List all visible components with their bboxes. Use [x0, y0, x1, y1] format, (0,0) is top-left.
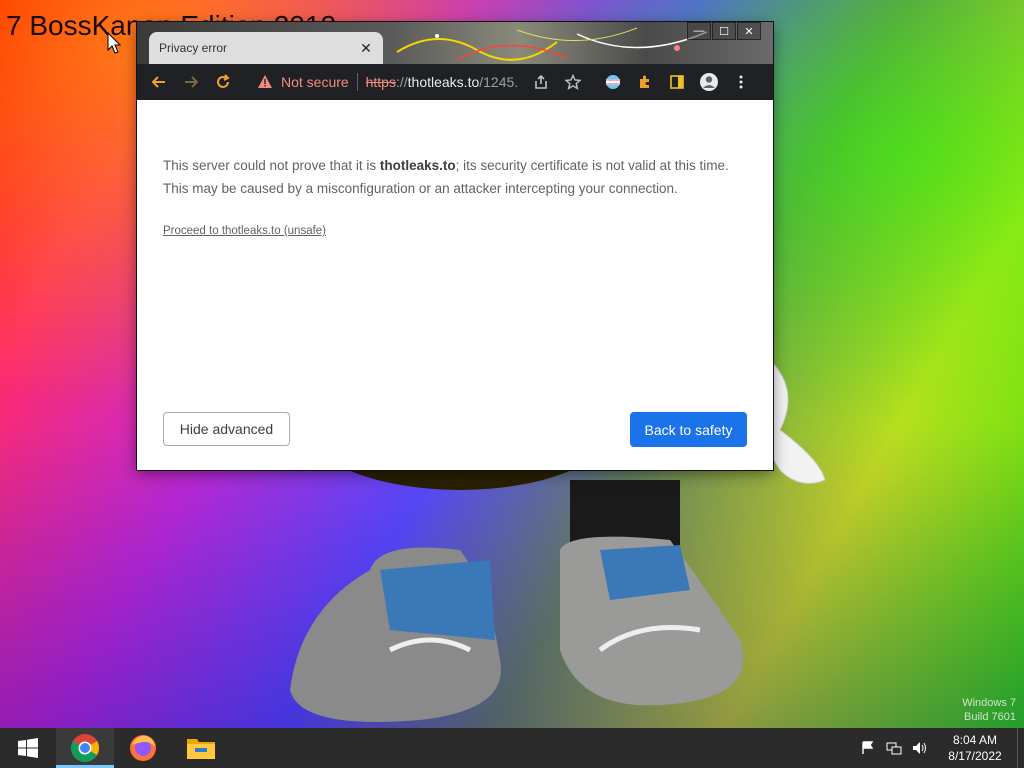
window-controls: — ☐ ✕: [686, 22, 761, 40]
back-arrow-icon: [151, 76, 165, 88]
bookmark-button[interactable]: [557, 66, 589, 98]
taskbar-chrome[interactable]: [56, 728, 114, 768]
profile-button[interactable]: [693, 66, 725, 98]
hide-advanced-button[interactable]: Hide advanced: [163, 412, 290, 446]
pride-flag-extension[interactable]: [597, 66, 629, 98]
forward-button[interactable]: [175, 66, 207, 98]
not-secure-label[interactable]: Not secure: [281, 74, 349, 90]
forward-arrow-icon: [185, 76, 199, 88]
share-button[interactable]: [525, 66, 557, 98]
url-scheme: https: [365, 74, 396, 90]
network-icon[interactable]: [882, 736, 906, 760]
windows-logo-icon: [18, 738, 38, 758]
puzzle-icon: [640, 75, 649, 88]
watermark-line-1: Windows 7: [962, 697, 1016, 709]
minimize-icon[interactable]: —: [687, 22, 711, 40]
url-separator: ://: [395, 74, 408, 90]
taskbar-file-explorer[interactable]: [172, 728, 230, 768]
certificate-error-message: This server could not prove that it is t…: [163, 154, 753, 200]
share-icon: [535, 74, 547, 89]
mouse-cursor-icon: [107, 32, 121, 54]
message-prefix: This server could not prove that it is: [163, 158, 380, 173]
browser-toolbar: Not secure https://thotleaks.to/1245...: [137, 64, 773, 100]
omnibox-actions: [525, 66, 589, 98]
os-watermark: Windows 7 Build 7601: [962, 696, 1016, 724]
url-text[interactable]: https://thotleaks.to/1245...: [366, 74, 519, 90]
side-panel-button[interactable]: [661, 66, 693, 98]
back-to-safety-button[interactable]: Back to safety: [630, 412, 747, 447]
extensions-area: [597, 66, 757, 98]
taskbar-firefox[interactable]: [114, 728, 172, 768]
reload-button[interactable]: [207, 66, 239, 98]
profile-avatar-icon: [700, 73, 718, 91]
extensions-button[interactable]: [629, 66, 661, 98]
warning-triangle-icon[interactable]: [257, 74, 273, 90]
start-button[interactable]: [0, 728, 56, 768]
back-button[interactable]: [143, 66, 175, 98]
browser-window: Privacy error ✕ — ☐ ✕ Not secure https:/…: [137, 22, 773, 470]
omnibox-separator: [356, 73, 358, 91]
menu-button[interactable]: [725, 66, 757, 98]
url-path: /1245...: [479, 74, 519, 90]
firefox-icon: [130, 735, 156, 761]
star-icon: [565, 74, 581, 90]
reload-icon: [217, 74, 230, 88]
tab-privacy-error[interactable]: Privacy error ✕: [149, 32, 383, 64]
close-window-icon[interactable]: ✕: [737, 22, 761, 40]
tab-close-icon[interactable]: ✕: [355, 37, 377, 59]
show-desktop-button[interactable]: [1017, 728, 1024, 768]
address-bar[interactable]: Not secure https://thotleaks.to/1245...: [245, 67, 589, 97]
interstitial-page: This server could not prove that it is t…: [137, 100, 773, 470]
chrome-icon: [71, 734, 99, 762]
message-host: thotleaks.to: [379, 158, 456, 173]
action-center-flag-icon[interactable]: [856, 736, 880, 760]
side-panel-icon: [670, 75, 684, 89]
kebab-menu-icon: [739, 75, 743, 89]
taskbar: 8:04 AM 8/17/2022: [0, 728, 1024, 768]
browser-titlebar[interactable]: Privacy error ✕ — ☐ ✕: [137, 22, 773, 64]
system-tray: 8:04 AM 8/17/2022: [855, 728, 1024, 768]
volume-icon[interactable]: [908, 736, 932, 760]
tab-title: Privacy error: [159, 41, 228, 55]
file-explorer-icon: [187, 739, 215, 759]
watermark-line-2: Build 7601: [964, 711, 1016, 723]
taskbar-clock[interactable]: 8:04 AM 8/17/2022: [939, 732, 1011, 764]
proceed-unsafe-link[interactable]: Proceed to thotleaks.to (unsafe): [163, 225, 326, 237]
maximize-icon[interactable]: ☐: [712, 22, 736, 40]
flag-circle-icon: [606, 75, 620, 89]
url-host: thotleaks.to: [407, 74, 480, 90]
clock-date: 8/17/2022: [948, 749, 1002, 763]
clock-time: 8:04 AM: [952, 733, 998, 747]
